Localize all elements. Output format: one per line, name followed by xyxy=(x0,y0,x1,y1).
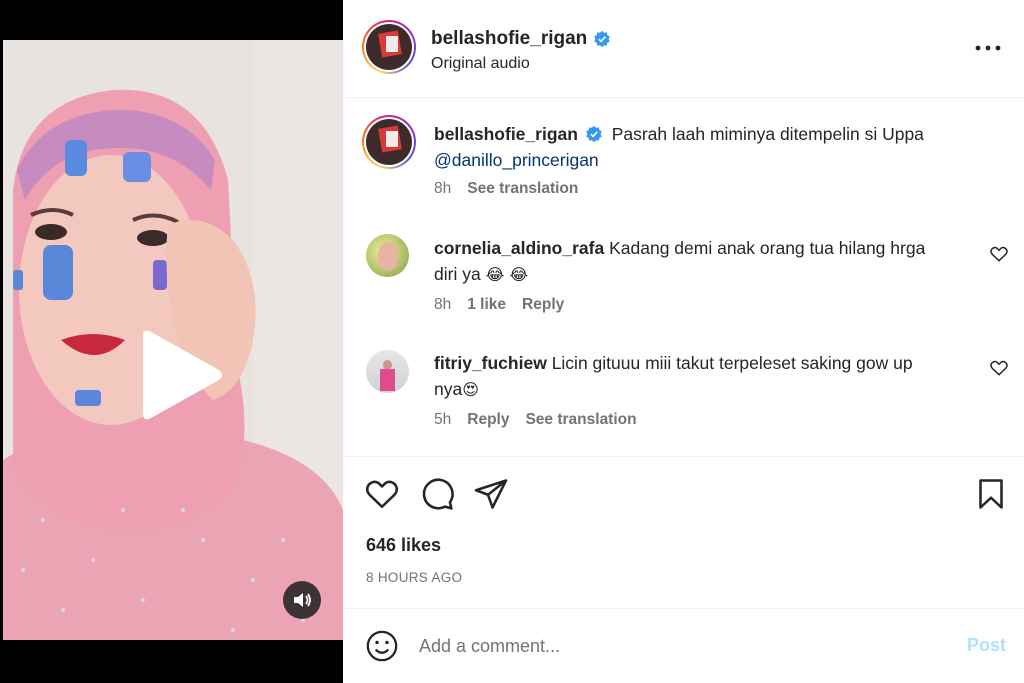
verified-badge-icon xyxy=(586,125,602,143)
play-icon xyxy=(143,330,222,420)
comment-icon xyxy=(422,478,454,510)
like-button[interactable] xyxy=(364,476,400,512)
share-icon xyxy=(474,479,508,509)
see-translation-button[interactable]: See translation xyxy=(467,180,578,198)
comment-likes-count[interactable]: 1 like xyxy=(467,296,506,314)
likes-count[interactable]: 646 likes xyxy=(366,535,441,556)
post-timestamp[interactable]: 8 HOURS AGO xyxy=(366,570,462,585)
comment-text-cont: nya xyxy=(434,379,463,399)
post-comment-button[interactable]: Post xyxy=(967,635,1006,656)
comment-item: fitriy_fuchiew Licin gituuu miii takut t… xyxy=(343,338,1024,438)
post-caption: bellashofie_rigan Pasrah laah miminya di… xyxy=(343,98,1024,208)
audio-label[interactable]: Original audio xyxy=(431,55,530,73)
comment-emoji: 😍 xyxy=(462,380,479,399)
comment-timestamp[interactable]: 5h xyxy=(434,411,451,429)
comment-text: Licin gituuu miii takut terpeleset sakin… xyxy=(551,353,913,373)
comment-text-cont: diri ya xyxy=(434,264,481,284)
caption-username[interactable]: bellashofie_rigan xyxy=(434,124,578,144)
sound-toggle-button[interactable] xyxy=(283,581,321,619)
more-options-icon xyxy=(975,45,1001,51)
comment-like-heart-icon[interactable] xyxy=(989,358,1009,378)
comment-username[interactable]: fitriy_fuchiew xyxy=(434,353,547,373)
share-button[interactable] xyxy=(473,476,509,512)
caption-mention-link[interactable]: @danillo_princerigan xyxy=(434,150,599,170)
post-header: bellashofie_rigan Original audio xyxy=(343,0,1024,98)
bookmark-icon xyxy=(979,479,1003,509)
comment-emoji: 😂 😂 xyxy=(485,265,529,284)
emoji-picker-button[interactable] xyxy=(365,629,399,663)
caption-timestamp[interactable]: 8h xyxy=(434,180,451,198)
author-username[interactable]: bellashofie_rigan xyxy=(431,28,587,50)
commenter-avatar[interactable] xyxy=(366,234,409,277)
play-button[interactable] xyxy=(135,328,225,423)
more-options-button[interactable] xyxy=(973,38,1003,58)
reply-button[interactable]: Reply xyxy=(467,411,509,429)
verified-badge-icon xyxy=(594,30,611,48)
comment-item: cornelia_aldino_rafa Kadang demi anak or… xyxy=(343,223,1024,323)
caption-author-avatar[interactable] xyxy=(362,115,416,169)
commenter-avatar[interactable] xyxy=(366,350,409,393)
comment-button[interactable] xyxy=(419,476,455,512)
post-actions: 646 likes 8 HOURS AGO xyxy=(343,456,1024,608)
reply-button[interactable]: Reply xyxy=(522,296,564,314)
comment-text: Kadang demi anak orang tua hilang hrga xyxy=(609,238,926,258)
sound-icon xyxy=(294,593,311,607)
video-player[interactable] xyxy=(3,40,343,640)
see-translation-button[interactable]: See translation xyxy=(525,411,636,429)
emoji-icon xyxy=(366,630,398,662)
add-comment-bar: Post xyxy=(343,608,1024,683)
post-panel: bellashofie_rigan Original audio bellash… xyxy=(343,0,1024,683)
comment-input[interactable] xyxy=(419,631,939,661)
comment-like-heart-icon[interactable] xyxy=(989,244,1009,264)
media-panel xyxy=(0,0,343,683)
save-button[interactable] xyxy=(973,476,1009,512)
comment-username[interactable]: cornelia_aldino_rafa xyxy=(434,238,604,258)
author-avatar[interactable] xyxy=(362,20,416,74)
comment-timestamp[interactable]: 8h xyxy=(434,296,451,314)
heart-icon xyxy=(365,480,399,509)
caption-text: Pasrah laah miminya ditempelin si Uppa xyxy=(611,124,924,144)
